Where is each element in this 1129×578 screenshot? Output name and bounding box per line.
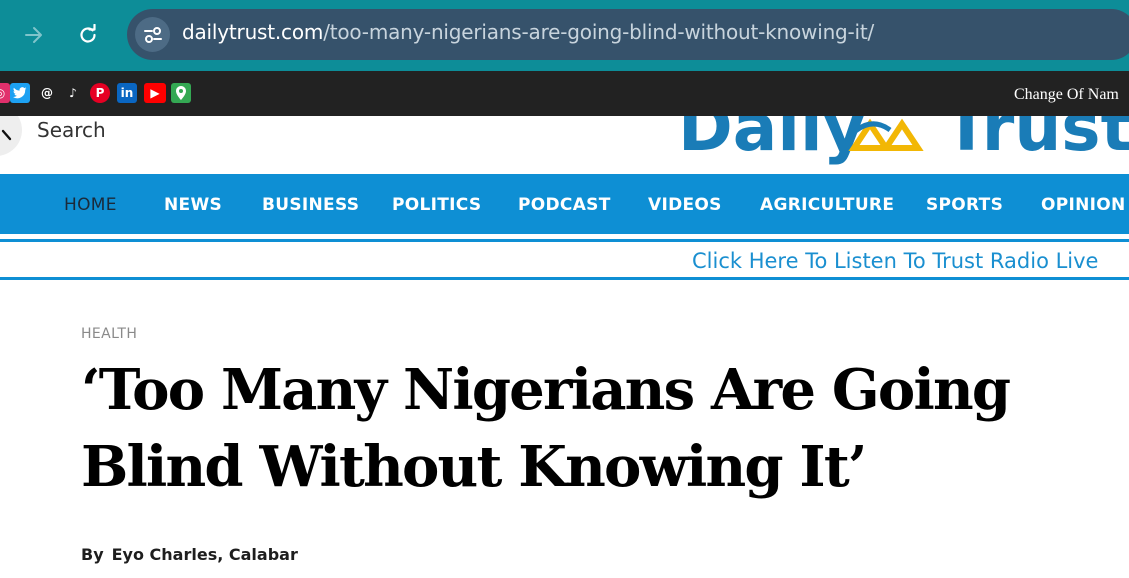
site-logo[interactable]: Daily Trust [676,116,1129,174]
news-ticker[interactable]: Change Of Nam [1014,86,1119,104]
search-button[interactable] [0,116,22,156]
youtube-icon[interactable]: ▶ [144,83,166,103]
reload-button[interactable] [73,20,103,50]
radio-divider-bottom [0,277,1129,280]
nav-item-sports[interactable]: SPORTS [926,195,1003,215]
nav-item-politics[interactable]: POLITICS [392,195,481,215]
search-icon [1,129,12,141]
daily-trust-logo: Daily Trust [678,116,1129,166]
logo-text-daily: Daily [678,116,866,166]
arrow-right-icon [25,27,42,43]
twitter-icon[interactable] [10,83,30,103]
linkedin-icon[interactable]: in [117,83,137,103]
headline-line-2: Blind Without Knowing It’ [81,434,867,500]
article-category[interactable]: HEALTH [81,326,137,342]
url-path: /too-many-nigerians-are-going-blind-with… [323,20,875,44]
nav-item-podcast[interactable]: PODCAST [518,195,611,215]
headline-line-1: ‘Too Many Nigerians Are Going [81,357,1011,423]
nav-item-videos[interactable]: VIDEOS [648,195,722,215]
byline-prefix: By [81,545,104,564]
nav-item-opinion[interactable]: OPINION [1041,195,1126,215]
pinterest-icon[interactable]: P [90,83,110,103]
location-icon[interactable] [171,83,191,103]
nav-item-business[interactable]: BUSINESS [262,195,359,215]
site-info-button[interactable] [135,17,170,52]
article-byline: By Eyo Charles, Calabar [81,545,298,564]
logo-text-trust: Trust [944,116,1129,166]
article-headline: ‘Too Many Nigerians Are Going Blind With… [81,352,1081,506]
tiktok-icon[interactable]: ♪ [63,83,83,103]
reload-icon [80,24,96,43]
forward-button[interactable] [19,20,49,50]
radio-divider-top [0,239,1129,242]
nav-item-home[interactable]: HOME [64,195,117,215]
social-topbar: ◎ @ ♪ P in ▶ [0,71,1129,116]
instagram-icon[interactable]: ◎ [0,83,10,103]
url-domain: dailytrust.com [182,20,324,44]
trust-radio-link[interactable]: Click Here To Listen To Trust Radio Live [692,249,1098,273]
byline-author[interactable]: Eyo Charles, Calabar [112,545,298,564]
nav-item-news[interactable]: NEWS [164,195,222,215]
search-label[interactable]: Search [37,118,106,142]
nav-item-agriculture[interactable]: AGRICULTURE [760,195,894,215]
url-text[interactable]: dailytrust.com/too-many-nigerians-are-go… [182,20,874,44]
threads-icon[interactable]: @ [37,83,57,103]
tune-icon [143,26,162,43]
